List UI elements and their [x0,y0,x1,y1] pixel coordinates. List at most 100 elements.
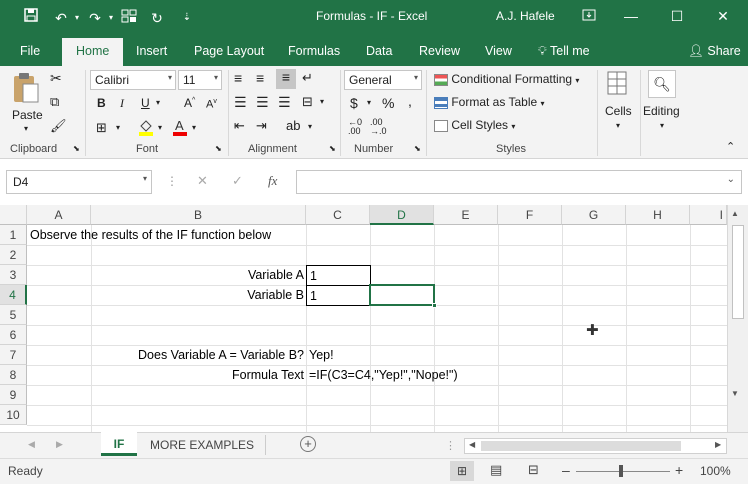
orientation-dropdown-icon[interactable]: ▾ [308,122,312,131]
number-format-combo[interactable]: General ▾ [344,70,422,90]
row-header-10[interactable]: 10 [0,405,27,425]
borders-dropdown-icon[interactable]: ▾ [116,123,120,132]
editing-dropdown-icon[interactable]: ▾ [660,121,664,130]
cut-icon[interactable]: ✂ [50,70,62,87]
font-color-icon[interactable]: A [172,118,188,139]
column-header-d[interactable]: D [370,205,434,225]
decrease-decimal-icon[interactable]: .00 →.0 [370,118,387,136]
italic-button[interactable]: I [120,96,124,111]
vertical-scrollbar[interactable]: ▲ ▼ [727,205,748,432]
zoom-slider[interactable] [576,471,670,472]
expand-formula-bar-icon[interactable]: ⌄ [727,174,735,185]
cell-c7[interactable]: Yep! [309,345,334,365]
conditional-formatting-button[interactable]: Conditional Formatting ▾ [434,72,579,86]
tab-formulas[interactable]: Formulas [288,44,340,58]
cell-b4[interactable]: Variable B [91,285,304,305]
cell-c4[interactable]: 1 [306,285,371,306]
row-header-3[interactable]: 3 [0,265,27,285]
cell-c8[interactable]: =IF(C3=C4,"Yep!","Nope!") [309,365,458,385]
vertical-scroll-thumb[interactable] [732,225,744,319]
font-color-dropdown-icon[interactable]: ▾ [192,123,196,132]
editing-button[interactable]: 🔍︎ [648,70,676,98]
tab-page-layout[interactable]: Page Layout [194,44,264,58]
bold-button[interactable]: B [97,96,106,110]
row-header-5[interactable]: 5 [0,305,27,325]
zoom-in-icon[interactable]: + [675,462,683,478]
cells-dropdown-icon[interactable]: ▾ [616,121,620,130]
scroll-right-icon[interactable]: ▶ [715,440,721,449]
user-name[interactable]: A.J. Hafele [496,9,555,23]
merge-dropdown-icon[interactable]: ▾ [320,97,324,106]
form-icon[interactable] [118,7,140,29]
add-sheet-icon[interactable]: + [300,436,316,452]
cell-b7[interactable]: Does Variable A = Variable B? [91,345,304,365]
increase-font-size-button[interactable]: A^ [184,96,195,110]
save-icon[interactable] [20,7,42,29]
zoom-slider-thumb[interactable] [619,465,623,477]
align-right-icon[interactable]: ☰ [278,94,291,111]
column-header-a[interactable]: A [27,205,91,225]
cell-b3[interactable]: Variable A [91,265,304,285]
normal-view-icon[interactable]: ⊞ [450,461,474,481]
next-sheet-icon[interactable]: ▶ [56,439,63,450]
tab-split-grip-icon[interactable]: ⋮ [445,439,456,452]
page-layout-view-icon[interactable]: ▤ [490,462,502,478]
tab-file[interactable]: File [20,44,40,58]
orientation-icon[interactable]: ab [286,118,300,133]
formula-input[interactable]: ⌄ [296,170,742,194]
number-launcher-icon[interactable]: ⬊ [414,144,421,153]
horizontal-scroll-thumb[interactable] [481,441,681,451]
page-break-preview-icon[interactable]: ⊟ [528,462,539,478]
row-header-4[interactable]: 4 [0,285,27,305]
column-header-h[interactable]: H [626,205,690,225]
cell-styles-button[interactable]: Cell Styles ▾ [434,118,515,132]
tab-home[interactable]: Home [62,38,124,66]
scroll-left-icon[interactable]: ◀ [469,440,475,449]
middle-align-icon[interactable]: ≡ [256,70,264,86]
scroll-up-icon[interactable]: ▲ [731,209,739,218]
repeat-icon[interactable]: ↻ [146,7,168,29]
clipboard-launcher-icon[interactable]: ⬊ [73,144,80,153]
previous-sheet-icon[interactable]: ◀ [28,439,35,450]
tell-me-box[interactable]: 💡︎ Tell me [538,44,590,59]
column-header-f[interactable]: F [498,205,562,225]
underline-dropdown-icon[interactable]: ▾ [156,98,160,107]
zoom-level[interactable]: 100% [700,464,731,478]
column-header-e[interactable]: E [434,205,498,225]
scroll-down-icon[interactable]: ▼ [731,389,739,398]
paste-dropdown-icon[interactable]: ▾ [24,124,28,133]
close-icon[interactable]: ✕ [700,0,746,32]
row-header-1[interactable]: 1 [0,225,27,245]
top-align-icon[interactable]: ≡ [234,70,242,86]
font-size-combo[interactable]: 11 ▾ [178,70,222,90]
cells-button[interactable] [606,70,628,99]
tab-review[interactable]: Review [419,44,460,58]
font-name-combo[interactable]: Calibri ▾ [90,70,176,90]
increase-decimal-icon[interactable]: ←0.00 [348,118,362,136]
tab-insert[interactable]: Insert [136,44,167,58]
insert-function-icon[interactable]: fx [268,173,277,189]
row-header-8[interactable]: 8 [0,365,27,385]
active-cell-d4[interactable] [369,284,435,306]
maximize-icon[interactable]: ☐ [654,0,700,32]
select-all-corner[interactable] [0,205,27,225]
tab-data[interactable]: Data [366,44,392,58]
row-header-2[interactable]: 2 [0,245,27,265]
currency-dropdown-icon[interactable]: ▾ [367,98,371,107]
fill-color-dropdown-icon[interactable]: ▾ [158,123,162,132]
collapse-ribbon-icon[interactable]: ⌃ [726,140,735,153]
column-header-g[interactable]: G [562,205,626,225]
sheet-tab-if[interactable]: IF [101,432,137,456]
comma-style-icon[interactable]: , [408,93,412,109]
alignment-launcher-icon[interactable]: ⬊ [329,144,336,153]
tab-view[interactable]: View [485,44,512,58]
merge-center-icon[interactable]: ⊟ [302,94,313,110]
share-button[interactable]: 👤︎ Share [688,44,741,59]
fill-color-icon[interactable] [138,118,154,139]
align-center-icon[interactable]: ☰ [256,94,269,111]
column-header-i[interactable]: I [690,205,727,225]
cell-b8[interactable]: Formula Text [91,365,304,385]
sheet-tab-more-examples[interactable]: MORE EXAMPLES [150,438,254,452]
cell-a1[interactable]: Observe the results of the IF function b… [30,225,271,245]
font-launcher-icon[interactable]: ⬊ [215,144,222,153]
